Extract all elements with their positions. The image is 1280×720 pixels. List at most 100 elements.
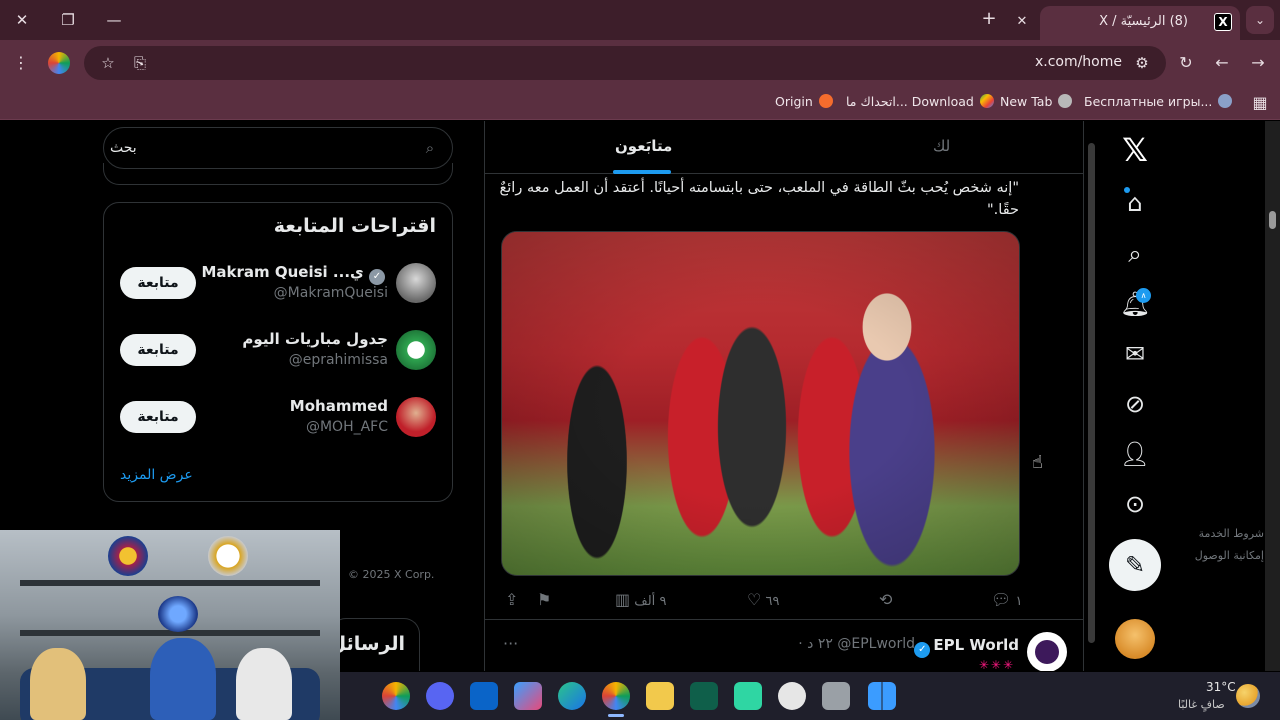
profile-person-icon[interactable]: 👤︎: [1116, 435, 1154, 473]
origin-icon: [818, 94, 833, 108]
store-icon[interactable]: [514, 682, 542, 710]
app-icon[interactable]: [690, 682, 718, 710]
home-icon[interactable]: ⌂: [1116, 184, 1154, 222]
channel-logo-icon: [158, 596, 198, 632]
follow-button[interactable]: متابعة: [120, 267, 196, 299]
tab-for-you[interactable]: لك: [933, 137, 950, 155]
home-unread-dot: [1124, 187, 1130, 193]
views-chart-icon: ▥: [615, 590, 631, 609]
page-scroll-thumb[interactable]: [1269, 211, 1276, 229]
more-options-icon[interactable]: ···: [503, 634, 518, 653]
back-arrow-icon[interactable]: ←: [1211, 52, 1233, 74]
site-settings-icon[interactable]: ⚙: [1132, 53, 1152, 73]
person-left: [30, 648, 86, 720]
explore-search-icon[interactable]: ⌕: [1116, 235, 1154, 273]
views-button[interactable]: ▥ ٩ ألف: [611, 589, 666, 611]
more-circle-icon[interactable]: ⊙: [1116, 485, 1154, 523]
minimize-window-icon[interactable]: —: [100, 8, 128, 32]
suggestion-name: Makram Queisi ...ي ✓: [201, 263, 388, 285]
footer-link-terms[interactable]: شروط الخدمة: [1144, 523, 1264, 545]
play-store-icon: [979, 94, 994, 108]
windows-start-icon[interactable]: [868, 682, 896, 710]
follow-button[interactable]: متابعة: [120, 401, 196, 433]
share-icon[interactable]: ⇪: [501, 589, 518, 611]
profile-icon[interactable]: [48, 52, 70, 74]
repost-icon[interactable]: ⟲: [875, 589, 892, 611]
bookmark-icon[interactable]: ⚑: [533, 589, 551, 611]
new-tab-button[interactable]: +: [978, 8, 1000, 30]
who-to-follow-title: اقتراحات المتابعة: [273, 215, 436, 237]
bookmark-star-icon[interactable]: ☆: [98, 53, 118, 73]
apps-grid-icon[interactable]: ▦: [1249, 92, 1271, 114]
browser-tab[interactable]: ✕ (8) الرئيسيّة / X X: [1017, 6, 1240, 40]
chrome-alt-icon[interactable]: [382, 682, 410, 710]
file-explorer-icon[interactable]: [646, 682, 674, 710]
next-tweet[interactable]: ✓ EPL World · ٢٢ د @EPLworld ··· ✳✳✳: [485, 620, 1083, 671]
chrome-icon[interactable]: [602, 682, 630, 710]
follow-suggestion[interactable]: جدول مباريات اليوم @eprahimissa متابعة: [104, 322, 452, 382]
barcelona-crest-icon: [108, 536, 148, 576]
install-app-icon[interactable]: ⎘: [130, 53, 150, 73]
search-input[interactable]: بحث: [110, 140, 137, 156]
browser-tabbar: ✕ ❐ — + ✕ (8) الرئيسيّة / X X ⌄: [0, 0, 1280, 40]
follow-suggestion[interactable]: Makram Queisi ...ي ✓ @MakramQueisi متابع…: [104, 255, 452, 315]
next-tweet-emoji: ✳✳✳: [978, 658, 1015, 671]
windows-taskbar: 31°C صافٍ غالبًا: [340, 672, 1280, 720]
mouse-cursor-icon: ☝: [1032, 452, 1043, 473]
follow-button[interactable]: متابعة: [120, 334, 196, 366]
timeline-scrollbar[interactable]: [1086, 139, 1098, 649]
webcam-overlay: [0, 530, 340, 720]
discord-icon[interactable]: [426, 682, 454, 710]
show-more-link[interactable]: عرض المزيد: [120, 467, 193, 483]
like-button[interactable]: ♡ ٦٩: [743, 589, 779, 611]
weather-moon-icon[interactable]: [1236, 684, 1260, 708]
bookmark-games[interactable]: Бесплатные игры...: [1084, 92, 1233, 112]
tweet-photo[interactable]: [501, 231, 1020, 576]
avatar[interactable]: [396, 263, 436, 303]
avatar[interactable]: [396, 330, 436, 370]
account-avatar[interactable]: [1115, 619, 1155, 659]
photo-shading: [502, 232, 1019, 575]
obs-icon[interactable]: [778, 682, 806, 710]
bookmark-new-tab[interactable]: New Tab: [1000, 92, 1073, 112]
task-view-icon[interactable]: [822, 682, 850, 710]
reply-bubble-icon: 💬︎: [991, 590, 1012, 609]
footer-copyright: © 2025 X Corp.: [348, 568, 435, 581]
bookmark-download[interactable]: اتحداك ما... Download: [846, 92, 994, 112]
timeline-scroll-thumb[interactable]: [1088, 143, 1095, 643]
suggestion-handle: @MakramQueisi: [273, 285, 388, 301]
avatar[interactable]: [396, 397, 436, 437]
url-text: x.com/home: [1034, 54, 1122, 70]
grok-icon[interactable]: ⊘: [1116, 385, 1154, 423]
address-bar[interactable]: ☆ ⎘ x.com/home ⚙: [84, 46, 1166, 80]
messages-envelope-icon[interactable]: ✉: [1116, 335, 1154, 373]
follow-suggestion[interactable]: Mohammed @MOH_AFC متابعة: [104, 389, 452, 449]
tab-search-chevron-icon[interactable]: ⌄: [1246, 6, 1274, 34]
edge-icon[interactable]: [558, 682, 586, 710]
restore-window-icon[interactable]: ❐: [54, 8, 82, 32]
heart-icon: ♡: [747, 590, 762, 609]
close-window-icon[interactable]: ✕: [8, 8, 36, 32]
outlook-icon[interactable]: [470, 682, 498, 710]
next-tweet-author[interactable]: ✓ EPL World: [914, 636, 1019, 658]
reload-icon[interactable]: ↻: [1175, 52, 1197, 74]
chrome-icon: [1058, 94, 1073, 108]
menu-kebab-icon[interactable]: ⋮: [10, 52, 32, 74]
tweet-text: "إنه شخص يُحب بثّ الطاقة في الملعب، حتى …: [499, 180, 1019, 218]
x-logo-icon[interactable]: 𝕏: [1116, 131, 1154, 169]
messages-drawer[interactable]: الرسائل: [330, 618, 420, 671]
bookmark-origin[interactable]: Origin: [775, 92, 833, 112]
timeline-column: متابَعون لك "إنه شخص يُحب بثّ الطاقة في …: [484, 121, 1084, 671]
shelf: [20, 580, 320, 586]
tab-following[interactable]: متابَعون: [615, 137, 672, 155]
epl-world-avatar[interactable]: [1027, 632, 1067, 671]
bluestacks-icon[interactable]: [734, 682, 762, 710]
page-scrollbar[interactable]: [1265, 121, 1280, 671]
tab-close-icon[interactable]: ✕: [1012, 12, 1032, 32]
screen: ✕ ❐ — + ✕ (8) الرئيسيّة / X X ⌄ ⋮ ☆ ⎘ x.…: [0, 0, 1280, 720]
reply-button[interactable]: 💬︎ ١: [987, 589, 1022, 611]
person-center: [150, 638, 216, 720]
footer-link-accessibility[interactable]: إمكانية الوصول: [1144, 545, 1264, 567]
forward-arrow-icon[interactable]: →: [1247, 52, 1269, 74]
tweet-actions: ⇪ ⚑ ▥ ٩ ألف ♡ ٦٩ ⟲ 💬︎ ١: [501, 589, 1031, 611]
